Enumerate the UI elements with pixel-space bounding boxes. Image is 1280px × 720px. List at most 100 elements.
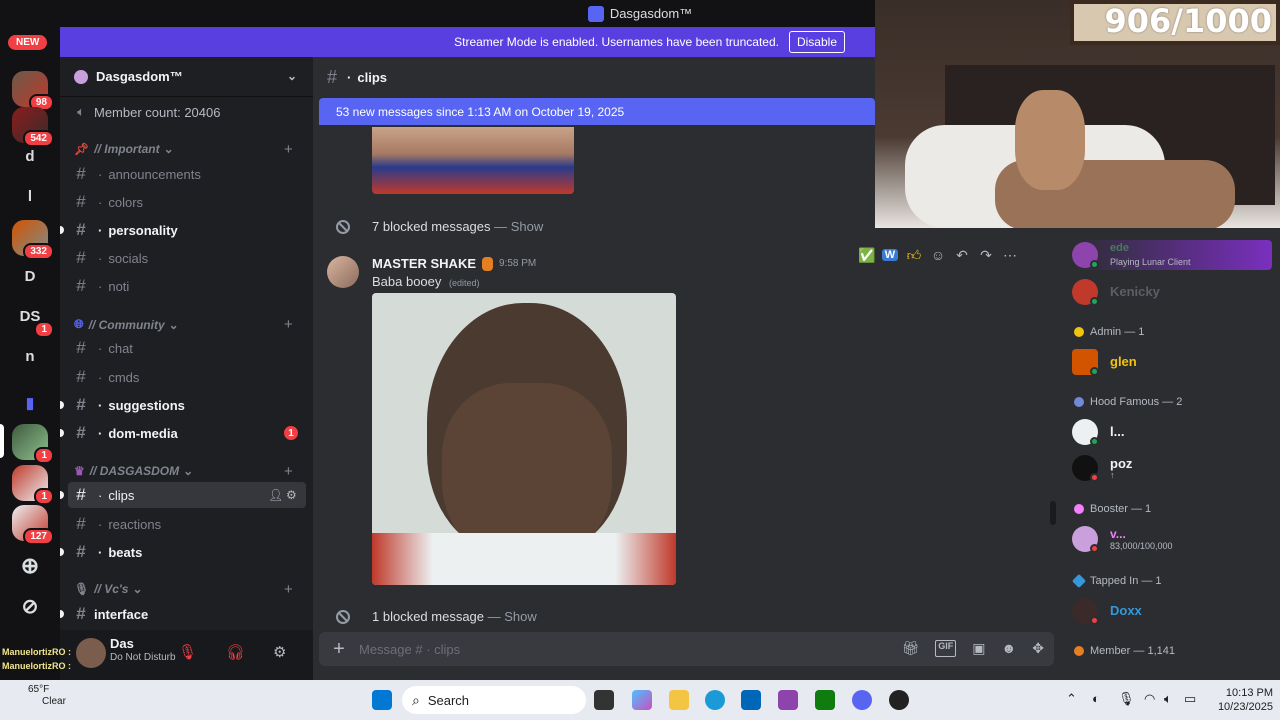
file-explorer-icon[interactable] (669, 690, 689, 710)
more-icon[interactable]: ⋯ (1002, 247, 1018, 264)
category-dasgasdom[interactable]: ♛ // DASGASDOM ⌄ + (74, 463, 293, 480)
channel-personality[interactable]: # · personality (60, 217, 306, 243)
server-icon[interactable]: 1 (12, 465, 54, 505)
start-icon[interactable] (372, 690, 392, 710)
show-blocked-link[interactable]: — Show (494, 219, 543, 234)
image-attachment[interactable] (372, 293, 676, 585)
channel-cmds[interactable]: # · cmds (68, 364, 306, 390)
taskbar: 65°F Clear ⌕ Search ⌃ ◐ 🎙︎ ◠ 🔈︎ ▭ 10:13 … (0, 680, 1280, 720)
weather-widget[interactable]: 65°F Clear (28, 684, 66, 708)
channel-colors[interactable]: # · colors (68, 189, 306, 215)
server-icon[interactable]: l (12, 178, 48, 214)
member-row[interactable]: glen (1072, 347, 1272, 377)
status-online-icon (1090, 437, 1099, 446)
edge-icon[interactable] (705, 690, 725, 710)
member-row[interactable]: v... 83,000/100,000 (1072, 524, 1272, 554)
channel-reactions[interactable]: # · reactions (68, 511, 306, 537)
member-row[interactable]: poz ↑ (1072, 453, 1272, 483)
category-community[interactable]: 🌐︎ // Community ⌄ + (74, 316, 293, 333)
server-icon[interactable]: 98 (12, 71, 54, 111)
folder-icon[interactable]: ▮ (12, 385, 48, 421)
server-icon[interactable]: 332 (12, 220, 54, 260)
previous-image-attachment[interactable] (372, 127, 574, 194)
member-row[interactable]: l... (1072, 417, 1272, 447)
gif-icon[interactable]: GIF (935, 640, 957, 657)
discord-icon[interactable] (852, 690, 872, 710)
microphone-icon[interactable]: 🎙︎ (1118, 691, 1135, 707)
add-channel-icon[interactable]: + (284, 581, 293, 598)
member-row[interactable]: ede Playing Lunar Client (1072, 240, 1272, 270)
avatar[interactable] (327, 256, 359, 288)
role-icon (482, 256, 494, 271)
blocked-messages[interactable]: 1 blocked message — Show (372, 609, 537, 624)
deafen-icon[interactable]: 🎧︎ (226, 643, 245, 661)
message-composer[interactable]: + Message # · clips 🎁︎ GIF ▣ ☻ ✥ (319, 632, 1054, 666)
add-channel-icon[interactable]: + (284, 141, 293, 158)
apps-icon[interactable]: ✥ (1032, 640, 1044, 657)
check-reaction-icon[interactable]: ✅ (858, 247, 875, 264)
server-icon[interactable]: 1 (12, 424, 54, 464)
add-channel-icon[interactable]: + (284, 463, 293, 480)
w-reaction-icon[interactable]: W (882, 249, 898, 261)
photos-icon[interactable] (778, 690, 798, 710)
server-icon[interactable]: d (12, 138, 48, 174)
hash-icon: # (76, 192, 86, 211)
message-author[interactable]: MASTER SHAKE 9:58 PM (372, 256, 536, 271)
add-channel-icon[interactable]: + (284, 316, 293, 333)
battery-icon[interactable]: ▭ (1184, 691, 1196, 707)
server-badge: 1 (34, 321, 54, 338)
discover-icon[interactable]: ⊘ (12, 588, 48, 624)
mute-icon[interactable]: 🎙︎ (178, 643, 197, 661)
new-tag[interactable]: NEW (8, 35, 48, 50)
server-header[interactable]: Dasgasdom™ ⌄ (60, 57, 313, 97)
taskbar-search[interactable]: ⌕ Search (402, 686, 586, 714)
message-input[interactable]: Message # · clips (359, 642, 460, 657)
wifi-icon[interactable]: ◠ (1144, 691, 1155, 707)
gift-icon[interactable]: 🎁︎ (902, 640, 920, 657)
member-row[interactable]: Kenicky (1072, 277, 1272, 307)
new-messages-bar[interactable]: 53 new messages since 1:13 AM on October… (319, 98, 875, 125)
channel-announcements[interactable]: # · announcements (68, 161, 306, 187)
invite-icon[interactable]: 👤︎ (268, 488, 283, 502)
server-icon[interactable]: D (12, 258, 48, 294)
forward-icon[interactable]: ↷ (978, 247, 994, 264)
tray-app-icon[interactable]: ◐ (1092, 691, 1100, 706)
server-badge: 1 (34, 447, 54, 464)
emoji-icon[interactable]: ☻ (1002, 640, 1017, 657)
show-blocked-link[interactable]: — Show (488, 609, 537, 624)
channel-clips[interactable]: # · clips 👤︎ ⚙︎ (60, 482, 306, 508)
xbox-icon[interactable] (815, 690, 835, 710)
blocked-messages[interactable]: 7 blocked messages — Show (372, 219, 543, 234)
store-icon[interactable] (741, 690, 761, 710)
volume-icon[interactable]: 🔈︎ (1164, 691, 1172, 707)
attach-plus-icon[interactable]: + (319, 638, 359, 661)
channel-noti[interactable]: # · noti (68, 273, 306, 299)
disable-streamer-mode-button[interactable]: Disable (788, 31, 845, 53)
category-vcs[interactable]: 🎙︎ // Vc's ⌄ + (74, 581, 293, 598)
add-server-icon[interactable]: ⊕ (12, 548, 48, 584)
tray-chevron-icon[interactable]: ⌃ (1066, 691, 1077, 707)
add-reaction-icon[interactable]: ☺ (930, 247, 946, 263)
copilot-icon[interactable] (632, 690, 652, 710)
server-icon[interactable]: DS 1 (12, 298, 54, 338)
channel-socials[interactable]: # · socials (68, 245, 306, 271)
thumbs-up-icon[interactable]: 👍︎ (906, 247, 922, 264)
reply-icon[interactable]: ↶ (954, 247, 970, 264)
sticker-icon[interactable]: ▣ (972, 640, 985, 657)
category-important[interactable]: 📌︎ // Important ⌄ + (74, 141, 293, 158)
member-row[interactable]: Doxx (1072, 596, 1272, 626)
obs-icon[interactable] (889, 690, 909, 710)
channel-interface[interactable]: # interface (60, 601, 306, 627)
server-icon[interactable]: n (12, 338, 48, 374)
blocked-icon (336, 220, 350, 234)
channel-dom-media[interactable]: # · dom-media 1 (60, 420, 306, 446)
channel-chat[interactable]: # · chat (68, 335, 306, 361)
settings-gear-icon[interactable]: ⚙︎ (273, 643, 286, 661)
channel-beats[interactable]: # · beats (60, 539, 306, 565)
server-icon[interactable]: 127 (12, 505, 54, 545)
scrollbar[interactable] (1050, 501, 1056, 525)
gear-icon[interactable]: ⚙︎ (286, 488, 297, 502)
taskbar-clock[interactable]: 10:13 PM 10/23/2025 (1205, 686, 1273, 714)
task-view-icon[interactable] (594, 690, 614, 710)
channel-suggestions[interactable]: # · suggestions (60, 392, 306, 418)
